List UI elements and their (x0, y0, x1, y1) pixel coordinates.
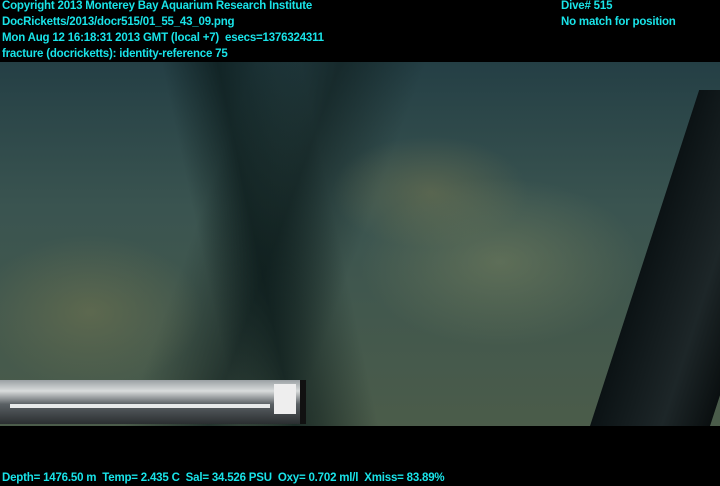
copyright-text: Copyright 2013 Monterey Bay Aquarium Res… (2, 0, 313, 12)
bar-stripe (10, 404, 270, 408)
bar-end (274, 384, 296, 414)
rov-sample-bar (0, 380, 306, 424)
annotation-text: fracture (docricketts): identity-referen… (2, 48, 228, 60)
position-status: No match for position (561, 16, 676, 28)
file-path-text: DocRicketts/2013/docr515/01_55_43_09.png (2, 16, 235, 28)
rov-frame: Copyright 2013 Monterey Bay Aquarium Res… (0, 0, 720, 486)
telemetry-text: Depth= 1476.50 m Temp= 2.435 C Sal= 34.5… (2, 472, 445, 484)
timestamp-text: Mon Aug 12 16:18:31 2013 GMT (local +7) … (2, 32, 324, 44)
dive-number: Dive# 515 (561, 0, 613, 12)
